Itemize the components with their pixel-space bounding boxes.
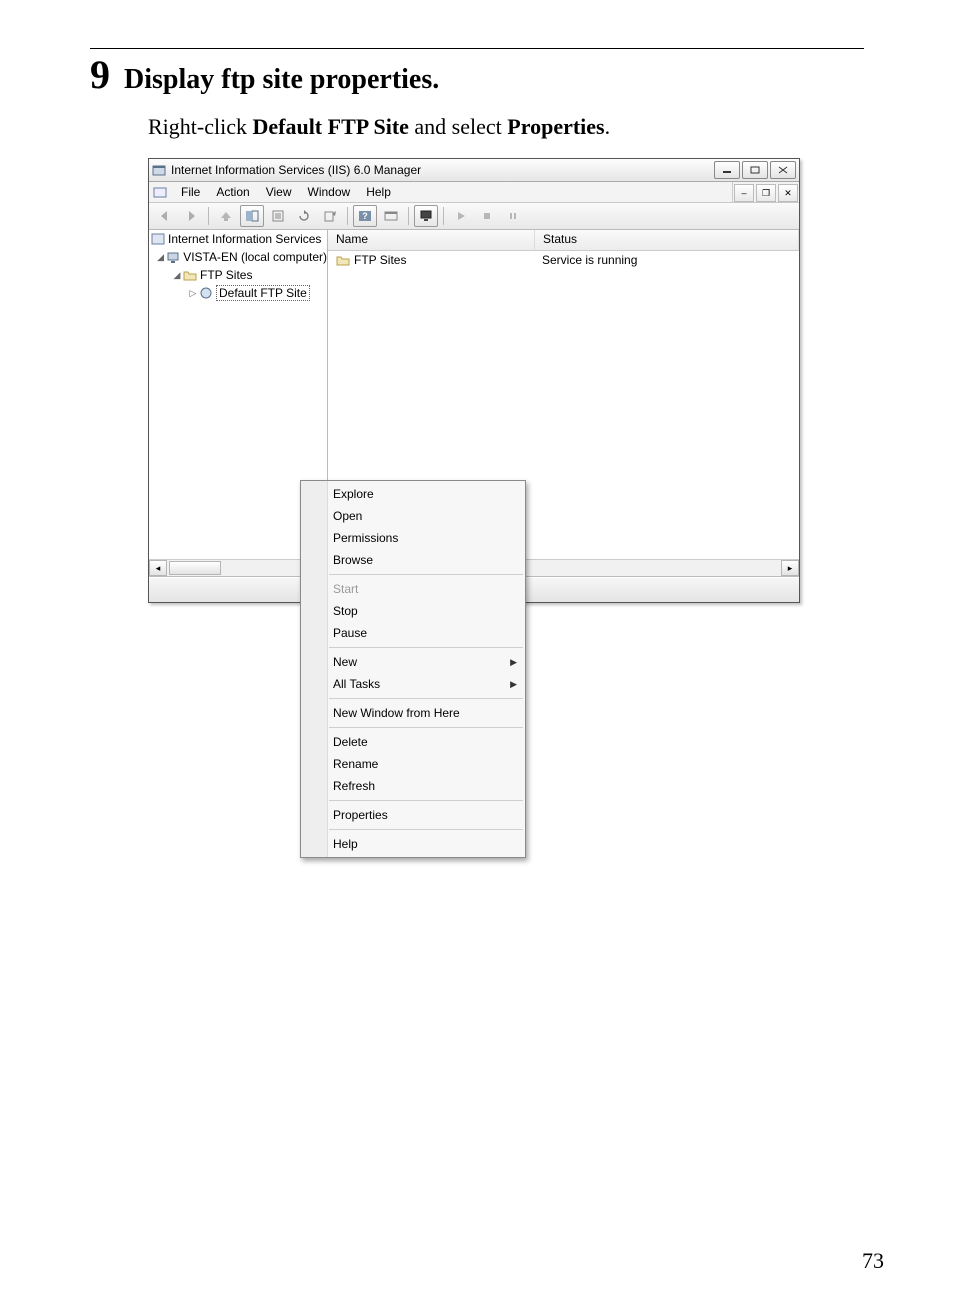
properties-button[interactable] <box>266 205 290 227</box>
tree-ftpsites-label: FTP Sites <box>200 268 252 282</box>
ctx-stop[interactable]: Stop <box>301 600 525 622</box>
app-icon <box>152 163 166 177</box>
menu-view[interactable]: View <box>258 185 300 199</box>
list-name: FTP Sites <box>354 253 406 267</box>
toolbar-separator <box>208 207 209 225</box>
step-title: Display ftp site properties. <box>124 64 439 96</box>
back-button[interactable] <box>153 205 177 227</box>
menu-bar: File Action View Window Help – ❐ ✕ <box>149 182 799 203</box>
folder-icon <box>183 268 197 282</box>
ctx-help[interactable]: Help <box>301 833 525 855</box>
col-status[interactable]: Status <box>535 230 799 250</box>
computer-icon[interactable] <box>414 205 438 227</box>
step-instruction: Right-click Default FTP Site and select … <box>148 114 864 140</box>
close-button[interactable] <box>770 161 796 179</box>
list-row[interactable]: FTP Sites Service is running <box>328 251 799 269</box>
mdi-close-button[interactable]: ✕ <box>778 184 798 202</box>
forward-button[interactable] <box>179 205 203 227</box>
instr-bold-1: Default FTP Site <box>252 114 408 139</box>
window-icon[interactable] <box>379 205 403 227</box>
toolbar-separator <box>408 207 409 225</box>
play-icon[interactable] <box>449 205 473 227</box>
refresh-button[interactable] <box>292 205 316 227</box>
rule-top <box>90 48 864 49</box>
tree-root[interactable]: Internet Information Services <box>149 230 327 248</box>
ctx-properties[interactable]: Properties <box>301 804 525 826</box>
doc-icon <box>153 185 167 199</box>
folder-icon <box>336 253 350 267</box>
submenu-arrow-icon: ▶ <box>510 657 517 668</box>
minimize-button[interactable] <box>714 161 740 179</box>
mdi-minimize-button[interactable]: – <box>734 184 754 202</box>
menu-help[interactable]: Help <box>358 185 399 199</box>
col-name[interactable]: Name <box>328 230 535 250</box>
ctx-start: Start <box>301 578 525 600</box>
ctx-pause[interactable]: Pause <box>301 622 525 644</box>
toolbar-separator <box>347 207 348 225</box>
tree-computer-label: VISTA-EN (local computer) <box>183 250 327 264</box>
ctx-browse[interactable]: Browse <box>301 549 525 571</box>
step-heading: 9 Display ftp site properties. <box>90 55 864 96</box>
collapse-icon[interactable]: ◢ <box>155 252 166 263</box>
instr-bold-2: Properties <box>507 114 604 139</box>
tree-computer[interactable]: ◢ VISTA-EN (local computer) <box>149 248 327 266</box>
up-button[interactable] <box>214 205 238 227</box>
ctx-permissions[interactable]: Permissions <box>301 527 525 549</box>
context-menu-separator <box>329 727 523 728</box>
tree-ftp-sites[interactable]: ◢ FTP Sites <box>149 266 327 284</box>
menu-file[interactable]: File <box>173 185 208 199</box>
tree-root-label: Internet Information Services <box>168 232 321 246</box>
context-menu-separator <box>329 800 523 801</box>
title-bar: Internet Information Services (IIS) 6.0 … <box>149 159 799 182</box>
scroll-thumb[interactable] <box>169 561 221 575</box>
ctx-rename[interactable]: Rename <box>301 753 525 775</box>
ctx-delete[interactable]: Delete <box>301 731 525 753</box>
stop-icon[interactable] <box>475 205 499 227</box>
toolbar: ? <box>149 203 799 230</box>
mdi-controls: – ❐ ✕ <box>732 182 799 202</box>
scroll-track[interactable] <box>167 561 309 575</box>
ctx-new[interactable]: New▶ <box>301 651 525 673</box>
list-header: Name Status <box>328 230 799 251</box>
svg-text:?: ? <box>362 211 368 221</box>
scroll-right-icon[interactable]: ▸ <box>781 560 799 576</box>
scroll-left-icon[interactable]: ◂ <box>149 560 167 576</box>
help-button[interactable]: ? <box>353 205 377 227</box>
ctx-explore[interactable]: Explore <box>301 483 525 505</box>
tree-default-ftp-site[interactable]: ▷ Default FTP Site <box>149 284 327 302</box>
computer-node-icon <box>166 250 180 264</box>
context-menu-separator <box>329 698 523 699</box>
menu-action[interactable]: Action <box>208 185 257 199</box>
submenu-arrow-icon: ▶ <box>510 679 517 690</box>
context-menu-separator <box>329 647 523 648</box>
pause-icon[interactable] <box>501 205 525 227</box>
window-title: Internet Information Services (IIS) 6.0 … <box>171 163 712 177</box>
site-icon <box>199 286 213 300</box>
export-button[interactable] <box>318 205 342 227</box>
toolbar-separator <box>443 207 444 225</box>
ctx-all-tasks[interactable]: All Tasks▶ <box>301 673 525 695</box>
page-number: 73 <box>862 1248 884 1274</box>
ctx-new-window[interactable]: New Window from Here <box>301 702 525 724</box>
context-menu-separator <box>329 829 523 830</box>
mdi-restore-button[interactable]: ❐ <box>756 184 776 202</box>
step-number: 9 <box>90 55 110 95</box>
maximize-button[interactable] <box>742 161 768 179</box>
menu-window[interactable]: Window <box>300 185 359 199</box>
collapse-icon[interactable]: ◢ <box>171 270 183 281</box>
context-menu-separator <box>329 574 523 575</box>
instr-text: Right-click <box>148 114 252 139</box>
ctx-open[interactable]: Open <box>301 505 525 527</box>
ctx-refresh[interactable]: Refresh <box>301 775 525 797</box>
context-menu: Explore Open Permissions Browse Start St… <box>300 480 526 858</box>
instr-text: and select <box>409 114 507 139</box>
service-icon <box>151 232 165 246</box>
instr-text: . <box>605 114 611 139</box>
tree-site-label: Default FTP Site <box>216 285 310 301</box>
expand-icon[interactable]: ▷ <box>187 288 199 299</box>
show-hide-tree-button[interactable] <box>240 205 264 227</box>
list-status: Service is running <box>534 253 645 267</box>
